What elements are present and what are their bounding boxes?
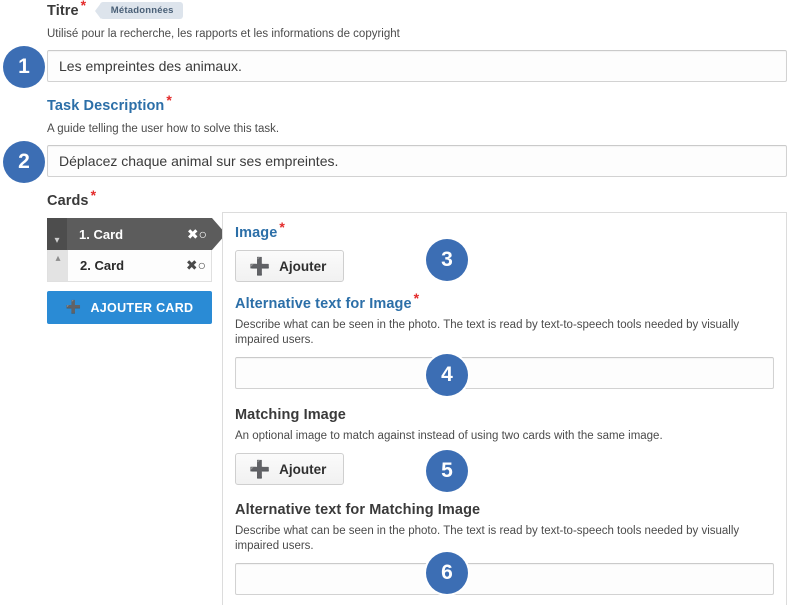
add-matching-image-button-label: Ajouter [279, 461, 327, 477]
plus-icon: ➕ [249, 459, 271, 479]
image-field-label: Image [235, 225, 278, 241]
close-circle-icon-card-2[interactable]: ✖○ [181, 257, 211, 274]
card-list-item-1-title: 1. Card [79, 226, 124, 242]
image-alt-helper: Describe what can be seen in the photo. … [235, 319, 740, 346]
matching-image-helper: An optional image to match against inste… [235, 430, 663, 442]
plus-icon: ➕ [65, 300, 82, 314]
callout-badge-4: 4 [426, 354, 468, 396]
matching-image-label: Matching Image [235, 407, 346, 423]
title-field-label-row: Titre * Métadonnées [47, 0, 183, 19]
cards-section-label-row: Cards * [47, 188, 96, 209]
matching-image-alt-field: Alternative text for Matching Image Desc… [235, 502, 774, 595]
image-field-label-row: Image * [235, 220, 774, 241]
callout-badge-3: 3 [426, 239, 468, 281]
title-required-asterisk: * [80, 0, 87, 13]
metadata-tag: Métadonnées [99, 2, 183, 19]
add-card-button-label: AJOUTER CARD [90, 300, 194, 315]
plus-icon: ➕ [249, 256, 271, 276]
add-card-button[interactable]: ➕ AJOUTER CARD [47, 291, 212, 324]
cards-required-asterisk: * [90, 186, 97, 203]
task-description-label: Task Description [47, 98, 165, 114]
image-required-asterisk: * [279, 218, 285, 235]
title-field-helper: Utilisé pour la recherche, les rapports … [47, 28, 400, 40]
close-circle-icon-card-1[interactable]: ✖○ [182, 226, 212, 243]
callout-badge-1: 1 [3, 46, 45, 88]
image-alt-field: Alternative text for Image * Describe wha… [235, 291, 774, 389]
card-list-item-2-title: 2. Card [80, 258, 125, 273]
matching-image-alt-input[interactable] [235, 563, 774, 595]
add-image-button[interactable]: ➕ Ajouter [235, 250, 345, 282]
card-list-item-1[interactable]: ▾ 1. Card ✖○ [47, 218, 226, 250]
matching-image-alt-helper: Describe what can be seen in the photo. … [235, 525, 740, 552]
card-editor-panel: Image * ➕ Ajouter Alternative text for Im… [222, 212, 787, 605]
title-input[interactable] [47, 50, 787, 82]
image-alt-required-asterisk: * [413, 289, 420, 306]
card-list-item-2[interactable]: ▴ 2. Card ✖○ [47, 250, 212, 282]
image-alt-input[interactable] [235, 357, 774, 389]
cards-section-label: Cards [47, 193, 89, 209]
task-description-label-row: Task Description * [47, 93, 172, 114]
image-alt-label: Alternative text for Image [235, 296, 412, 312]
chevron-down-icon[interactable]: ▾ [47, 218, 67, 250]
callout-badge-2: 2 [3, 141, 45, 183]
callout-badge-6: 6 [426, 552, 468, 594]
task-description-helper: A guide telling the user how to solve th… [47, 123, 280, 135]
add-matching-image-button[interactable]: ➕ Ajouter [235, 453, 345, 485]
task-description-input[interactable] [47, 145, 787, 177]
title-field-label: Titre [47, 3, 79, 19]
callout-badge-5: 5 [426, 450, 468, 492]
add-image-button-label: Ajouter [279, 258, 327, 274]
task-description-required-asterisk: * [166, 91, 172, 108]
matching-image-field: Matching Image An optional image to matc… [235, 407, 774, 485]
cards-list: ▾ 1. Card ✖○ ▴ 2. Card ✖○ [47, 218, 226, 282]
chevron-up-icon[interactable]: ▴ [48, 250, 68, 281]
matching-image-alt-label: Alternative text for Matching Image [235, 502, 481, 518]
